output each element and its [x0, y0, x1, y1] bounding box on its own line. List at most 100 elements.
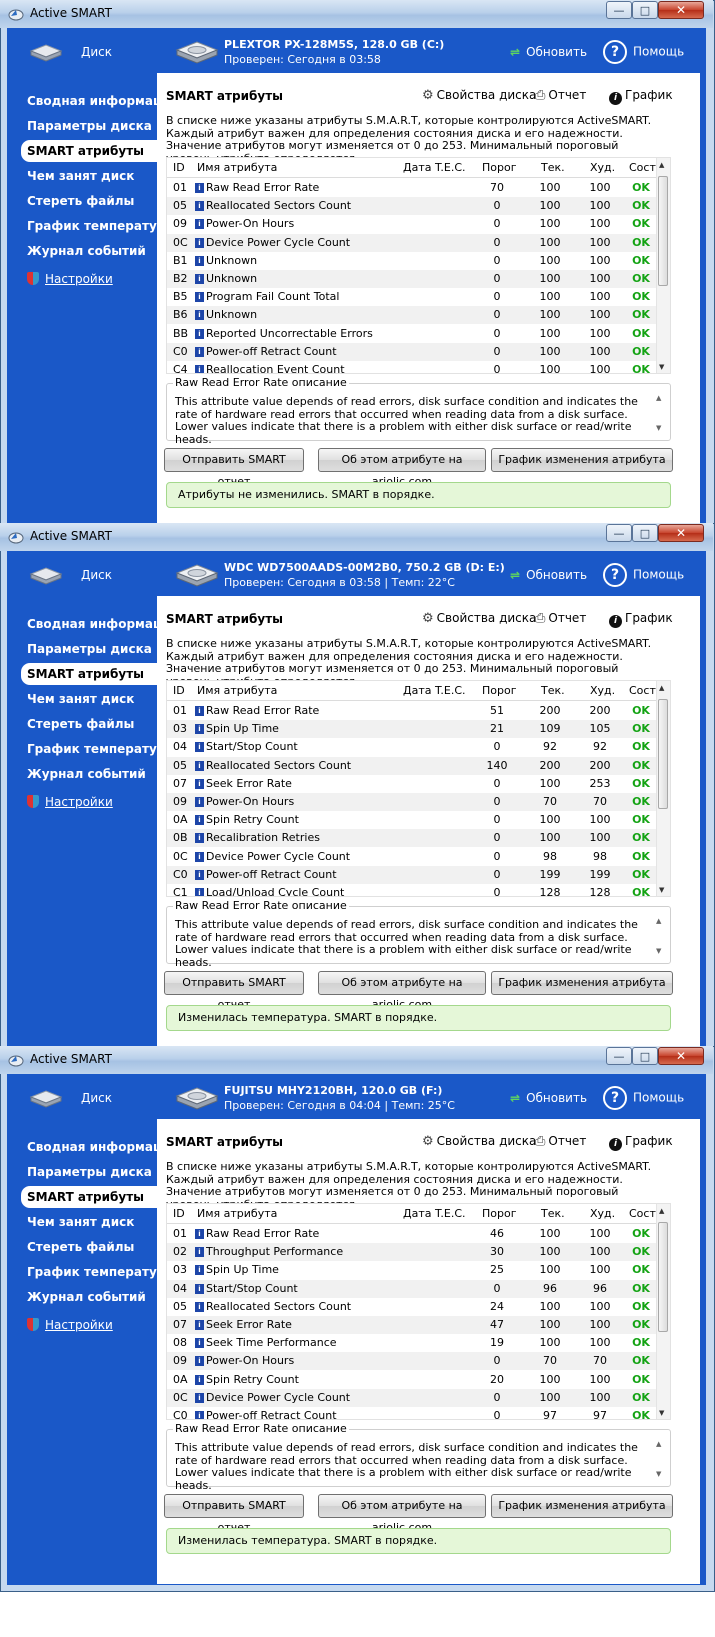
- scroll-down-icon[interactable]: ▼: [659, 1409, 664, 1417]
- attributes-table[interactable]: ID Имя атрибута Дата T.E.C. Порог Тек. Х…: [166, 157, 671, 374]
- refresh-button[interactable]: ⇌ Обновить: [510, 568, 587, 582]
- table-row[interactable]: 01 i Raw Read Error Rate 51 200 200 OK: [167, 702, 657, 720]
- table-scrollbar[interactable]: ▲ ▼: [656, 158, 670, 373]
- sidebar-item-4[interactable]: Чем занят диск: [27, 1211, 134, 1233]
- maximize-button[interactable]: □: [632, 1047, 658, 1065]
- table-row[interactable]: 09 i Power-On Hours 0 70 70 OK: [167, 1352, 657, 1371]
- sidebar-item-5[interactable]: Стереть файлы: [27, 1236, 134, 1258]
- disk-select-button[interactable]: Диск: [7, 551, 157, 601]
- maximize-button[interactable]: □: [632, 524, 658, 542]
- col-id[interactable]: ID: [173, 161, 185, 174]
- table-row[interactable]: 05 i Reallocated Sectors Count 24 100 100 OK: [167, 1298, 657, 1316]
- col-date[interactable]: Дата T.E.C.: [403, 684, 466, 697]
- table-row[interactable]: 05 i Reallocated Sectors Count 0 100 100 OK: [167, 197, 657, 216]
- scroll-thumb[interactable]: [658, 699, 668, 809]
- table-row[interactable]: 03 i Spin Up Time 21 109 105 OK: [167, 720, 657, 739]
- table-row[interactable]: C4 i Reallocation Event Count 0 100 100 OK: [167, 361, 657, 373]
- table-row[interactable]: C0 i Power-off Retract Count 0 100 100 OK: [167, 342, 657, 361]
- table-row[interactable]: 0A i Spin Retry Count 0 100 100 OK: [167, 811, 657, 829]
- table-row[interactable]: 04 i Start/Stop Count 0 96 96 OK: [167, 1279, 657, 1298]
- attribute-chart-button[interactable]: График изменения атрибута: [491, 971, 673, 995]
- settings-link[interactable]: Настройки: [27, 795, 113, 809]
- description-scrollbar[interactable]: ▲ ▼: [656, 394, 666, 432]
- scroll-thumb[interactable]: [658, 176, 668, 286]
- sidebar-item-1[interactable]: Сводная информация: [27, 1136, 178, 1158]
- graph-button[interactable]: i График: [609, 88, 673, 105]
- attribute-chart-button[interactable]: График изменения атрибута: [491, 448, 673, 472]
- table-row[interactable]: 09 i Power-On Hours 0 100 100 OK: [167, 215, 657, 233]
- minimize-button[interactable]: —: [606, 524, 632, 542]
- help-button[interactable]: ? Помощь: [603, 40, 684, 64]
- scroll-up-icon[interactable]: ▲: [659, 1207, 664, 1215]
- settings-link[interactable]: Настройки: [27, 272, 113, 286]
- col-worst[interactable]: Худ.: [590, 161, 615, 174]
- scroll-up-icon[interactable]: ▲: [656, 394, 666, 402]
- table-row[interactable]: 01 i Raw Read Error Rate 70 100 100 OK: [167, 179, 657, 197]
- table-row[interactable]: 0A i Spin Retry Count 20 100 100 OK: [167, 1371, 657, 1389]
- table-row[interactable]: C0 i Power-off Retract Count 0 97 97 OK: [167, 1407, 657, 1419]
- settings-link[interactable]: Настройки: [27, 1318, 113, 1332]
- table-row[interactable]: BB i Reported Uncorrectable Errors 0 100 100 O…: [167, 325, 657, 343]
- sidebar-item-3[interactable]: SMART атрибуты: [21, 1186, 165, 1208]
- sidebar-item-6[interactable]: График температуры: [27, 215, 176, 237]
- about-attribute-button[interactable]: Об этом атрибуте на ariolic.com: [318, 448, 486, 488]
- table-row[interactable]: B1 i Unknown 0 100 100 OK: [167, 252, 657, 270]
- col-date[interactable]: Дата T.E.C.: [403, 161, 466, 174]
- table-row[interactable]: 0C i Device Power Cycle Count 0 100 100 OK: [167, 233, 657, 252]
- maximize-button[interactable]: □: [632, 1, 658, 19]
- disk-select-button[interactable]: Диск: [7, 28, 157, 78]
- scroll-up-icon[interactable]: ▲: [659, 161, 664, 169]
- table-row[interactable]: B6 i Unknown 0 100 100 OK: [167, 306, 657, 325]
- help-button[interactable]: ? Помощь: [603, 1086, 684, 1110]
- sidebar-item-4[interactable]: Чем занят диск: [27, 688, 134, 710]
- table-row[interactable]: C0 i Power-off Retract Count 0 199 199 OK: [167, 865, 657, 884]
- minimize-button[interactable]: —: [606, 1047, 632, 1065]
- col-state[interactable]: Сост.: [629, 161, 659, 174]
- disk-properties-button[interactable]: ⚙ Свойства диска: [422, 1134, 536, 1149]
- about-attribute-button[interactable]: Об этом атрибуте на ariolic.com: [318, 971, 486, 1011]
- sidebar-item-2[interactable]: Параметры диска: [27, 638, 152, 660]
- scroll-up-icon[interactable]: ▲: [656, 917, 666, 925]
- scroll-down-icon[interactable]: ▼: [656, 1470, 661, 1478]
- scroll-down-icon[interactable]: ▼: [659, 363, 664, 371]
- col-state[interactable]: Сост.: [629, 684, 659, 697]
- table-row[interactable]: C1 i Load/Unload Cycle Count 0 128 128 OK: [167, 884, 657, 896]
- table-scrollbar[interactable]: ▲ ▼: [656, 681, 670, 896]
- table-row[interactable]: 0C i Device Power Cycle Count 0 100 100 OK: [167, 1388, 657, 1407]
- col-name[interactable]: Имя атрибута: [197, 161, 277, 174]
- refresh-button[interactable]: ⇌ Обновить: [510, 45, 587, 59]
- disk-select-button[interactable]: Диск: [7, 1074, 157, 1124]
- scroll-up-icon[interactable]: ▲: [656, 1440, 666, 1448]
- col-name[interactable]: Имя атрибута: [197, 684, 277, 697]
- send-smart-report-button[interactable]: Отправить SMART отчет: [164, 448, 304, 488]
- table-row[interactable]: 02 i Throughput Performance 30 100 100 OK: [167, 1243, 657, 1262]
- col-id[interactable]: ID: [173, 684, 185, 697]
- col-worst[interactable]: Худ.: [590, 1207, 615, 1220]
- col-threshold[interactable]: Порог: [482, 161, 517, 174]
- col-state[interactable]: Сост.: [629, 1207, 659, 1220]
- attributes-table[interactable]: ID Имя атрибута Дата T.E.C. Порог Тек. Х…: [166, 680, 671, 897]
- col-threshold[interactable]: Порог: [482, 1207, 517, 1220]
- table-row[interactable]: B5 i Program Fail Count Total 0 100 100 OK: [167, 288, 657, 306]
- col-current[interactable]: Тек.: [541, 161, 565, 174]
- sidebar-item-7[interactable]: Журнал событий: [27, 240, 146, 262]
- sidebar-item-2[interactable]: Параметры диска: [27, 1161, 152, 1183]
- disk-properties-button[interactable]: ⚙ Свойства диска: [422, 611, 536, 626]
- col-threshold[interactable]: Порог: [482, 684, 517, 697]
- report-button[interactable]: ⎙ Отчет: [535, 611, 586, 626]
- scroll-up-icon[interactable]: ▲: [659, 684, 664, 692]
- table-scrollbar[interactable]: ▲ ▼: [656, 1204, 670, 1419]
- title-bar[interactable]: Active SMART — □ ✕: [0, 523, 713, 551]
- table-row[interactable]: 04 i Start/Stop Count 0 92 92 OK: [167, 738, 657, 756]
- help-button[interactable]: ? Помощь: [603, 563, 684, 587]
- sidebar-item-3[interactable]: SMART атрибуты: [21, 663, 165, 685]
- description-scrollbar[interactable]: ▲ ▼: [656, 917, 666, 955]
- report-button[interactable]: ⎙ Отчет: [535, 88, 586, 103]
- sidebar-item-1[interactable]: Сводная информация: [27, 613, 178, 635]
- sidebar-item-7[interactable]: Журнал событий: [27, 763, 146, 785]
- table-row[interactable]: 01 i Raw Read Error Rate 46 100 100 OK: [167, 1225, 657, 1243]
- send-smart-report-button[interactable]: Отправить SMART отчет: [164, 971, 304, 1011]
- sidebar-item-5[interactable]: Стереть файлы: [27, 190, 134, 212]
- report-button[interactable]: ⎙ Отчет: [535, 1134, 586, 1149]
- scroll-thumb[interactable]: [658, 1222, 668, 1332]
